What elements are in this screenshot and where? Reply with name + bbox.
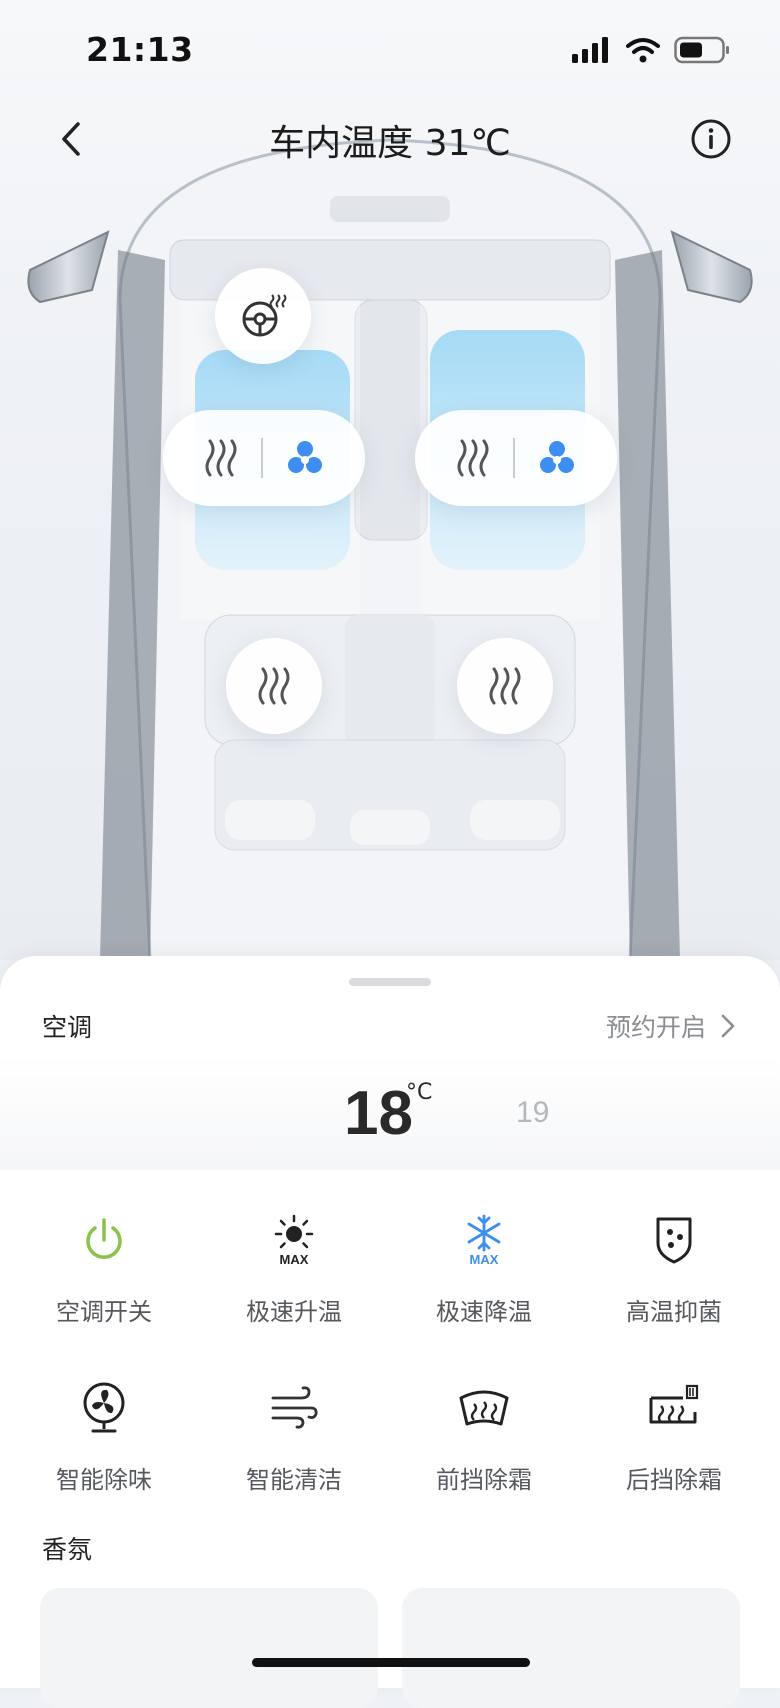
function-label: 后挡除霜: [626, 1466, 722, 1494]
rear-left-seat-heat-button[interactable]: [226, 638, 322, 734]
ac-power-button[interactable]: 空调开关: [9, 1210, 199, 1350]
seat-heat-icon[interactable]: [203, 438, 239, 478]
steering-wheel-heat-icon: [242, 294, 287, 337]
svg-text:MAX: MAX: [280, 1252, 309, 1266]
smart-deodorize-button[interactable]: 智能除味: [9, 1378, 199, 1518]
steering-wheel-heat-button[interactable]: [215, 268, 311, 364]
wifi-icon: [626, 38, 660, 63]
page-title: 车内温度 31℃: [269, 123, 511, 164]
sterilize-button[interactable]: 高温抑菌: [579, 1210, 769, 1350]
seat-ventilation-icon[interactable]: [285, 438, 325, 478]
rear-defrost-button[interactable]: 后挡除霜: [579, 1378, 769, 1518]
status-time: 21:13: [86, 30, 194, 69]
function-label: 极速降温: [436, 1298, 532, 1326]
aroma-section-title: 香氛: [42, 1535, 93, 1564]
rapid-cool-button[interactable]: MAX 极速降温: [389, 1210, 579, 1350]
fan-circle-icon: [83, 1382, 125, 1433]
seat-ventilation-icon[interactable]: [537, 438, 577, 478]
shield-dots-icon: [656, 1217, 692, 1264]
status-bar: 21:13: [0, 0, 780, 100]
drag-handle[interactable]: [349, 978, 431, 986]
sun-max-icon: MAX: [274, 1214, 314, 1266]
home-indicator[interactable]: [252, 1658, 530, 1667]
seat-heat-icon[interactable]: [455, 438, 491, 478]
seat-heat-icon: [258, 667, 290, 705]
function-label: 极速升温: [246, 1298, 342, 1326]
temperature-next-option[interactable]: 19: [516, 1096, 549, 1130]
power-icon: [86, 1218, 122, 1259]
front-left-seat-controls: [163, 410, 365, 506]
function-label: 智能清洁: [246, 1466, 342, 1494]
chevron-right-icon: [721, 1014, 735, 1038]
function-label: 前挡除霜: [436, 1466, 532, 1494]
front-defrost-icon: [459, 1390, 509, 1426]
function-label: 空调开关: [56, 1298, 152, 1326]
rapid-heat-button[interactable]: MAX 极速升温: [199, 1210, 389, 1350]
temperature-current: 18: [344, 1079, 413, 1148]
climate-panel: 空调 预约开启 18 °C 19 空调开关 MAX 极速升温 MAX 极速降温 …: [0, 956, 780, 1708]
seat-heat-icon: [489, 667, 521, 705]
signal-icon: [572, 37, 608, 63]
aroma-card-left[interactable]: [40, 1588, 378, 1708]
aroma-card-right[interactable]: [402, 1588, 740, 1708]
temperature-picker[interactable]: 18 °C 19: [0, 1056, 780, 1170]
wind-icon: [271, 1386, 318, 1429]
front-defrost-button[interactable]: 前挡除霜: [389, 1378, 579, 1518]
svg-text:MAX: MAX: [470, 1252, 499, 1266]
car-visualization: 21:13 车内温度 31℃: [0, 0, 780, 960]
schedule-link[interactable]: 预约开启: [606, 1008, 736, 1044]
info-icon[interactable]: [690, 118, 732, 160]
front-right-seat-controls: [415, 410, 617, 506]
battery-icon: [674, 36, 729, 64]
function-label: 智能除味: [56, 1466, 152, 1494]
function-label: 高温抑菌: [626, 1298, 722, 1326]
smart-clean-button[interactable]: 智能清洁: [199, 1378, 389, 1518]
snowflake-max-icon: MAX: [467, 1214, 501, 1266]
ac-section-title: 空调: [42, 1013, 93, 1042]
schedule-label: 预约开启: [605, 1013, 706, 1042]
temperature-unit: °C: [406, 1080, 433, 1105]
rear-defrost-icon: [649, 1384, 699, 1424]
header: 车内温度 31℃: [0, 104, 780, 174]
rear-right-seat-heat-button[interactable]: [457, 638, 553, 734]
